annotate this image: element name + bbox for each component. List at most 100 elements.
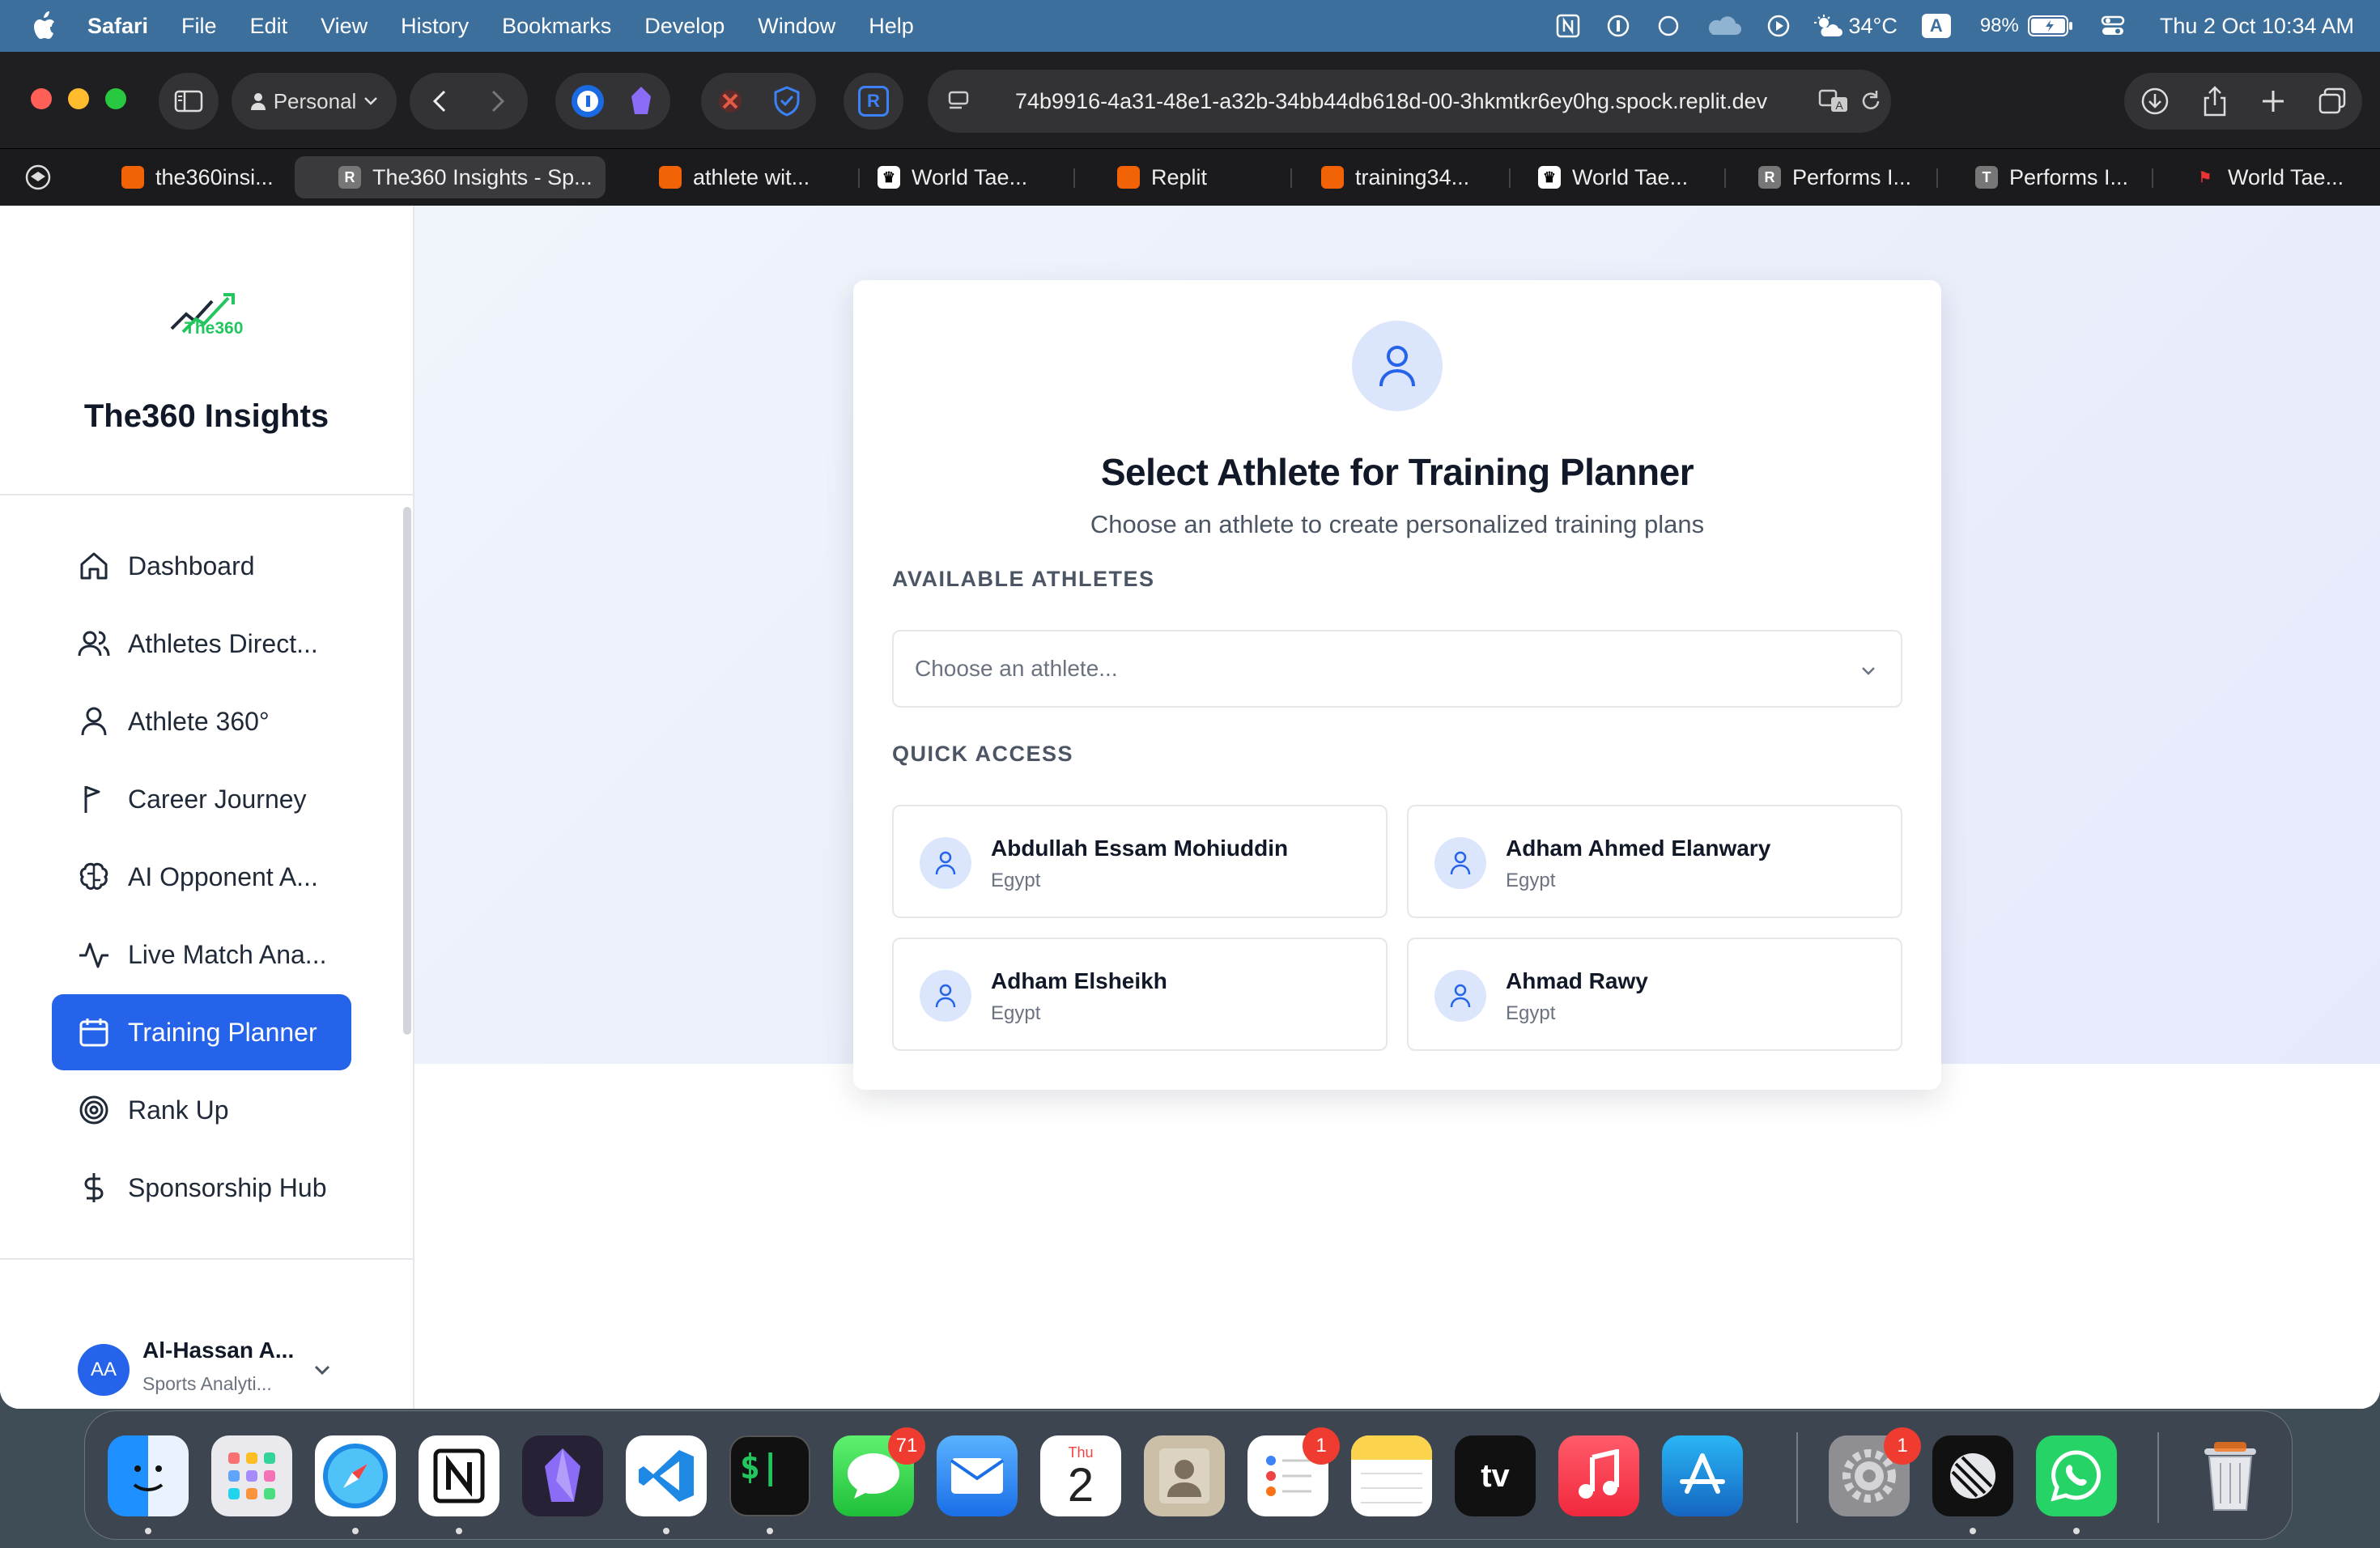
clock-text[interactable]: Thu 2 Oct 10:34 AM xyxy=(2160,14,2354,39)
safari-icon[interactable] xyxy=(315,1435,396,1516)
forward-arrow-icon[interactable] xyxy=(481,85,513,117)
contacts-icon[interactable] xyxy=(1144,1435,1225,1516)
menu-develop[interactable]: Develop xyxy=(644,14,725,39)
menu-help[interactable]: Help xyxy=(869,14,914,39)
messages-icon[interactable]: 71 xyxy=(833,1427,925,1516)
brand-logo: The360 xyxy=(167,287,248,343)
downloads-icon[interactable] xyxy=(2140,86,2170,117)
tab-1[interactable]: R The360 Insights - Sp... xyxy=(295,156,606,198)
music-icon[interactable] xyxy=(1558,1435,1639,1516)
tab-6[interactable]: ♛ World Tae... xyxy=(1538,156,1688,198)
input-source-icon[interactable]: A xyxy=(1921,11,1951,40)
menu-bookmarks[interactable]: Bookmarks xyxy=(502,14,611,39)
cloud-icon[interactable] xyxy=(1704,11,1743,40)
launchpad-icon[interactable] xyxy=(211,1435,292,1516)
menu-file[interactable]: File xyxy=(181,14,217,39)
notion-status-icon[interactable] xyxy=(1553,11,1583,40)
athlete-select[interactable]: Choose an athlete... xyxy=(892,630,1902,708)
trash-icon[interactable] xyxy=(2190,1435,2271,1516)
battery-percentage[interactable]: 98% xyxy=(1980,15,2019,37)
notes-icon[interactable] xyxy=(1351,1435,1432,1516)
user-menu[interactable]: AA Al-Hassan A... Sports Analyti... xyxy=(0,1258,413,1409)
tab-9[interactable]: ⚑ World Tae... xyxy=(2194,156,2344,198)
user-icon xyxy=(1450,851,1471,875)
mail-icon[interactable] xyxy=(937,1435,1018,1516)
tab-label: The360 Insights - Sp... xyxy=(372,164,593,189)
tab-2[interactable]: athlete wit... xyxy=(659,156,810,198)
wt-icon: ⚑ xyxy=(2198,168,2212,185)
tab-8[interactable]: T Performs I... xyxy=(1975,156,2128,198)
minimize-window-button[interactable] xyxy=(68,88,89,109)
circle-status-icon[interactable] xyxy=(1654,11,1683,40)
athlete-card[interactable]: Adham Elsheikh Egypt xyxy=(892,938,1388,1051)
profile-button[interactable]: Personal xyxy=(232,73,397,130)
menu-history[interactable]: History xyxy=(401,14,469,39)
sidebar-item-athletes-directory[interactable]: Athletes Direct... xyxy=(52,606,351,682)
menu-window[interactable]: Window xyxy=(758,14,835,39)
sidebar-item-training-planner[interactable]: Training Planner xyxy=(52,994,351,1070)
tab-7[interactable]: R Performs I... xyxy=(1758,156,1911,198)
dock: $| 71 Thu 2 1 tv 1 xyxy=(84,1410,2293,1540)
athlete-card[interactable]: Abdullah Essam Mohiuddin Egypt xyxy=(892,805,1388,918)
bug-extension-icon[interactable] xyxy=(716,87,745,116)
new-tab-icon[interactable] xyxy=(2259,87,2287,115)
sidebar-item-rank-up[interactable]: Rank Up xyxy=(52,1072,351,1148)
chevron-down-icon[interactable] xyxy=(308,1355,337,1384)
tab-3[interactable]: ♛ World Tae... xyxy=(878,156,1027,198)
sidebar-toggle-button[interactable] xyxy=(159,73,219,130)
obsidian-icon[interactable] xyxy=(522,1435,603,1516)
shield-extension-icon[interactable] xyxy=(772,86,801,117)
athlete-country: Egypt xyxy=(1506,870,1556,891)
r-extension-icon[interactable]: R xyxy=(858,86,889,117)
tab-0[interactable]: the360insi... xyxy=(121,156,274,198)
tab-groups-icon[interactable] xyxy=(24,164,52,191)
battery-icon[interactable] xyxy=(2027,11,2074,40)
back-arrow-icon[interactable] xyxy=(424,85,457,117)
translate-icon[interactable]: A xyxy=(1818,87,1851,115)
athlete-card[interactable]: Adham Ahmed Elanwary Egypt xyxy=(1407,805,1902,918)
sidebar-item-sponsorship-hub[interactable]: Sponsorship Hub xyxy=(52,1150,351,1211)
share-icon[interactable] xyxy=(2201,85,2229,117)
tab-overview-icon[interactable] xyxy=(2318,87,2347,116)
close-window-button[interactable] xyxy=(31,88,52,109)
tab-separator xyxy=(1509,168,1511,188)
address-bar[interactable]: 74b9916-4a31-48e1-a32b-34bb44db618d-00-3… xyxy=(928,70,1891,133)
app-menu-safari[interactable]: Safari xyxy=(87,14,148,39)
apple-icon[interactable] xyxy=(31,11,57,41)
extensions-group-3: R xyxy=(844,73,903,130)
page-menu-icon[interactable] xyxy=(947,89,971,113)
vscode-icon[interactable] xyxy=(626,1435,707,1516)
whatsapp-icon[interactable] xyxy=(2036,1435,2117,1516)
sidebar-item-athlete-360[interactable]: Athlete 360° xyxy=(52,683,351,759)
sidebar-scrollbar[interactable] xyxy=(403,507,411,1035)
chevron-down-icon xyxy=(364,97,378,105)
sidebar-item-live-match[interactable]: Live Match Ana... xyxy=(52,916,351,993)
play-circle-icon[interactable] xyxy=(1764,11,1793,40)
apple-tv-icon[interactable]: tv xyxy=(1455,1435,1536,1516)
terminal-icon[interactable]: $| xyxy=(729,1435,810,1516)
sidebar-item-ai-opponent[interactable]: AI Opponent A... xyxy=(52,839,351,915)
menu-edit[interactable]: Edit xyxy=(250,14,288,39)
system-settings-icon[interactable]: 1 xyxy=(1829,1427,1921,1516)
reload-icon[interactable] xyxy=(1859,89,1883,113)
reminders-icon[interactable]: 1 xyxy=(1247,1427,1340,1516)
obsidian-extension-icon[interactable] xyxy=(628,85,654,117)
tab-4[interactable]: Replit xyxy=(1117,156,1207,198)
control-center-icon[interactable] xyxy=(2098,11,2127,40)
menu-view[interactable]: View xyxy=(321,14,368,39)
zoom-window-button[interactable] xyxy=(105,88,126,109)
finder-icon[interactable] xyxy=(108,1435,189,1516)
athlete-card[interactable]: Ahmad Rawy Egypt xyxy=(1407,938,1902,1051)
sidebar-item-dashboard[interactable]: Dashboard xyxy=(52,528,351,604)
onepassword-status-icon[interactable] xyxy=(1604,11,1633,40)
app-store-icon[interactable] xyxy=(1662,1435,1743,1516)
notion-icon[interactable] xyxy=(419,1435,499,1516)
calendar-icon[interactable]: Thu 2 xyxy=(1040,1435,1121,1516)
tab-5[interactable]: training34... xyxy=(1321,156,1469,198)
onepassword-extension-icon[interactable] xyxy=(572,85,604,117)
temperature-text[interactable]: 34°C xyxy=(1848,14,1897,39)
linear-icon[interactable] xyxy=(1932,1435,2013,1516)
url-text[interactable]: 74b9916-4a31-48e1-a32b-34bb44db618d-00-3… xyxy=(1015,89,1767,114)
weather-icon[interactable] xyxy=(1814,11,1843,40)
sidebar-item-career-journey[interactable]: Career Journey xyxy=(52,761,351,837)
